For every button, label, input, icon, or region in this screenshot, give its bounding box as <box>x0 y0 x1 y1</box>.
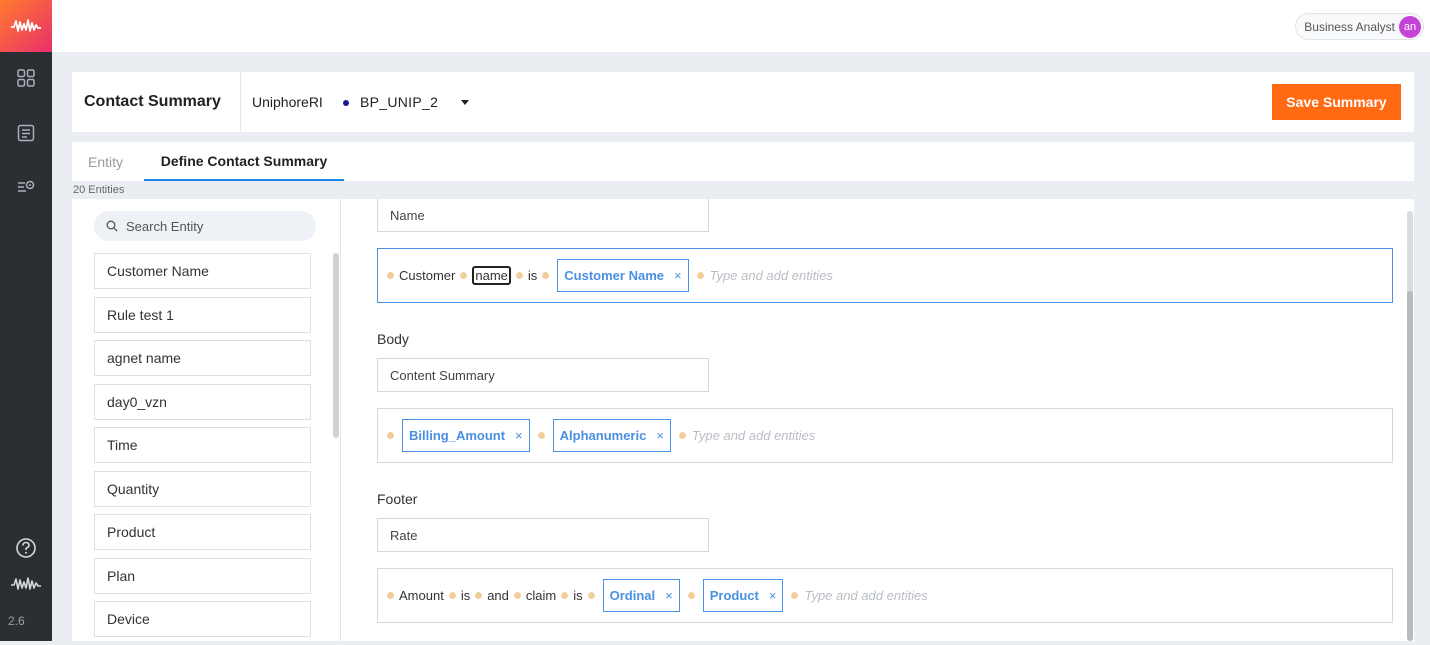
token-separator <box>387 432 394 439</box>
token-word[interactable]: and <box>487 588 509 603</box>
token-word-focused[interactable]: name <box>472 266 511 285</box>
chip-label: Ordinal <box>609 588 656 603</box>
search-icon <box>106 220 118 232</box>
token-word[interactable]: Amount <box>399 588 444 603</box>
dashboard-grid-icon[interactable] <box>14 66 38 90</box>
body-token-input[interactable]: Billing_Amount × Alphanumeric × Type and a… <box>377 408 1393 463</box>
summary-editor: Name Customer name is Customer Name × Typ… <box>341 199 1414 641</box>
entity-chip[interactable]: Product × <box>702 579 784 612</box>
entity-list: Customer Name Rule test 1 agnet name day… <box>94 253 311 645</box>
list-item[interactable]: Device <box>94 601 311 637</box>
entity-list-scrollbar[interactable] <box>333 253 339 438</box>
token-input-placeholder[interactable]: Type and add entities <box>692 428 815 443</box>
remove-chip-icon[interactable]: × <box>656 428 664 443</box>
page-title: Contact Summary <box>84 93 221 110</box>
entity-chip[interactable]: Customer Name × <box>557 259 689 292</box>
list-item[interactable]: Customer Name <box>94 253 311 289</box>
token-separator <box>387 272 394 279</box>
tab-bar: Entity Define Contact Summary <box>72 142 1414 181</box>
token-separator <box>448 592 456 599</box>
brand-waveform-icon <box>8 572 44 596</box>
list-item[interactable]: Plan <box>94 557 311 594</box>
list-item[interactable]: Rule test 1 <box>94 296 311 333</box>
token-separator <box>513 592 521 599</box>
token-separator <box>587 592 595 599</box>
app-version: 2.6 <box>8 614 25 628</box>
user-menu[interactable]: Business Analyst an <box>1295 13 1424 40</box>
scrollbar-thumb[interactable] <box>1407 291 1413 641</box>
header-name-field[interactable]: Name <box>377 199 709 232</box>
remove-chip-icon[interactable]: × <box>515 428 523 443</box>
chip-label: Alphanumeric <box>559 428 647 443</box>
page-header: Contact Summary UniphoreRI BP_UNIP_2 Sav… <box>72 72 1414 132</box>
org-name: UniphoreRI <box>252 94 323 110</box>
token-input-placeholder[interactable]: Type and add entities <box>804 588 927 603</box>
editor-scrollbar[interactable] <box>1407 211 1413 641</box>
search-placeholder: Search Entity <box>126 218 204 234</box>
status-dot-icon <box>343 100 349 106</box>
entity-chip[interactable]: Ordinal × <box>602 579 680 612</box>
token-separator <box>542 272 550 279</box>
token-separator <box>387 592 394 599</box>
top-bar: Business Analyst an <box>52 0 1430 52</box>
header-token-input[interactable]: Customer name is Customer Name × Type and… <box>377 248 1393 303</box>
body-label: Body <box>377 331 409 347</box>
help-icon[interactable] <box>14 536 38 560</box>
search-input[interactable]: Search Entity <box>94 211 316 241</box>
tab-define-contact-summary[interactable]: Define Contact Summary <box>144 142 344 181</box>
footer-token-input[interactable]: Amount is and claim is Ordinal × Product ×… <box>377 568 1393 623</box>
token-word[interactable]: claim <box>526 588 556 603</box>
settings-list-icon[interactable] <box>14 175 38 199</box>
remove-chip-icon[interactable]: × <box>769 588 777 603</box>
token-word[interactable]: is <box>461 588 470 603</box>
list-item[interactable]: Quantity <box>94 470 311 507</box>
list-item[interactable]: Product <box>94 514 311 550</box>
token-separator <box>687 592 695 599</box>
project-select[interactable]: BP_UNIP_2 <box>360 94 438 110</box>
list-item[interactable]: day0_vzn <box>94 383 311 420</box>
save-summary-button[interactable]: Save Summary <box>1272 84 1401 120</box>
side-rail: 2.6 <box>0 0 52 641</box>
footer-name-field[interactable]: Rate <box>377 518 709 552</box>
user-role: Business Analyst <box>1304 19 1395 34</box>
entity-chip[interactable]: Alphanumeric × <box>552 419 671 452</box>
app-logo[interactable] <box>0 0 52 52</box>
tab-entity[interactable]: Entity <box>88 142 123 181</box>
chip-label: Product <box>709 588 759 603</box>
header-divider <box>240 72 241 132</box>
token-separator <box>791 592 799 599</box>
token-word[interactable]: Customer <box>399 268 455 283</box>
footer-label: Footer <box>377 491 418 507</box>
waveform-logo-icon <box>11 19 41 32</box>
list-item[interactable]: Time <box>94 427 311 463</box>
entity-panel: Search Entity Customer Name Rule test 1 … <box>72 199 340 641</box>
token-word[interactable]: is <box>573 588 582 603</box>
token-separator <box>475 592 483 599</box>
avatar: an <box>1399 16 1421 38</box>
token-word[interactable]: is <box>528 268 537 283</box>
token-separator <box>696 272 704 279</box>
list-item[interactable]: agnet name <box>94 340 311 376</box>
chip-label: Customer Name <box>564 268 664 283</box>
token-separator <box>537 432 545 439</box>
token-separator <box>561 592 569 599</box>
remove-chip-icon[interactable]: × <box>665 588 673 603</box>
entity-chip[interactable]: Billing_Amount × <box>402 419 530 452</box>
remove-chip-icon[interactable]: × <box>674 268 682 283</box>
document-list-icon[interactable] <box>14 121 38 145</box>
token-separator <box>460 272 468 279</box>
token-input-placeholder[interactable]: Type and add entities <box>710 268 833 283</box>
token-separator <box>678 432 686 439</box>
entities-count: 20 Entities <box>73 184 125 196</box>
token-separator <box>515 272 523 279</box>
body-name-field[interactable]: Content Summary <box>377 358 709 392</box>
chevron-down-icon[interactable] <box>461 100 469 105</box>
chip-label: Billing_Amount <box>409 428 506 443</box>
